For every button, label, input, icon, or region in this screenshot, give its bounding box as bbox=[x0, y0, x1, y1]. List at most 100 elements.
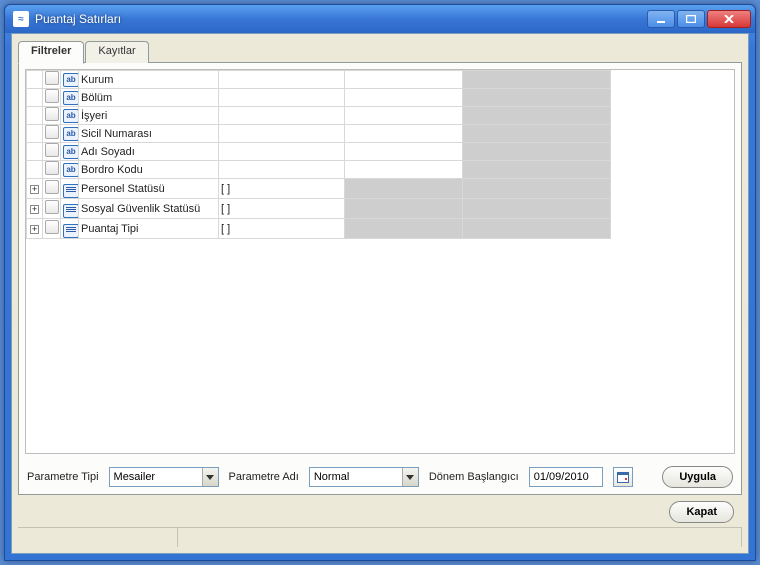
row-lookup-button[interactable] bbox=[45, 143, 59, 157]
filler-cell bbox=[611, 71, 734, 89]
filter-row: abİşyeri bbox=[27, 107, 734, 125]
list-type-icon bbox=[63, 224, 79, 238]
text-type-icon: ab bbox=[63, 91, 79, 105]
list-type-icon bbox=[63, 204, 79, 218]
filter-row: abSicil Numarası bbox=[27, 125, 734, 143]
tabstrip: Filtreler Kayıtlar bbox=[18, 41, 742, 63]
filter-label: Personel Statüsü bbox=[79, 179, 219, 199]
row-lookup-button[interactable] bbox=[45, 180, 59, 194]
text-type-icon: ab bbox=[63, 127, 79, 141]
minimize-button[interactable] bbox=[647, 10, 675, 28]
filter-value-cell[interactable] bbox=[219, 71, 345, 89]
tab-kayitlar[interactable]: Kayıtlar bbox=[85, 41, 148, 63]
minimize-icon bbox=[656, 15, 666, 23]
text-type-icon: ab bbox=[63, 109, 79, 123]
period-date-input[interactable]: 01/09/2010 bbox=[529, 467, 603, 487]
filler-cell bbox=[611, 219, 734, 239]
param-type-combo[interactable]: Mesailer bbox=[109, 467, 219, 487]
chevron-down-icon bbox=[402, 468, 418, 486]
filler-cell bbox=[611, 143, 734, 161]
filler-cell bbox=[611, 179, 734, 199]
titlebar[interactable]: ≈ Puantaj Satırları bbox=[5, 5, 755, 33]
filter-value-cell[interactable] bbox=[345, 89, 463, 107]
tabpage-filtreler: abKurumabBölümabİşyeriabSicil Numarasıab… bbox=[18, 62, 742, 495]
expand-button[interactable]: + bbox=[30, 225, 39, 234]
filter-grid: abKurumabBölümabİşyeriabSicil Numarasıab… bbox=[25, 69, 735, 454]
window-title: Puantaj Satırları bbox=[35, 12, 647, 26]
row-lookup-button[interactable] bbox=[45, 71, 59, 85]
app-icon: ≈ bbox=[13, 11, 29, 27]
filter-value-cell[interactable]: [ ] bbox=[219, 219, 345, 239]
param-type-label: Parametre Tipi bbox=[27, 471, 99, 483]
close-button[interactable] bbox=[707, 10, 751, 28]
filter-label: İşyeri bbox=[79, 107, 219, 125]
filter-value-cell[interactable]: [ ] bbox=[219, 179, 345, 199]
filter-value-cell[interactable] bbox=[219, 161, 345, 179]
period-date-value: 01/09/2010 bbox=[534, 471, 589, 483]
filter-value-cell bbox=[463, 71, 611, 89]
filter-value-cell bbox=[345, 179, 463, 199]
list-type-icon bbox=[63, 184, 79, 198]
param-name-value: Normal bbox=[310, 471, 402, 483]
close-dialog-button[interactable]: Kapat bbox=[669, 501, 734, 523]
statusbar bbox=[18, 527, 742, 547]
filter-row: abAdı Soyadı bbox=[27, 143, 734, 161]
filter-label: Sosyal Güvenlik Statüsü bbox=[79, 199, 219, 219]
param-type-value: Mesailer bbox=[110, 471, 202, 483]
filter-value-cell[interactable] bbox=[345, 125, 463, 143]
status-cell-2 bbox=[178, 528, 742, 547]
text-type-icon: ab bbox=[63, 145, 79, 159]
expand-button[interactable]: + bbox=[30, 205, 39, 214]
calendar-icon bbox=[617, 471, 629, 483]
filter-value-cell[interactable] bbox=[219, 89, 345, 107]
row-lookup-button[interactable] bbox=[45, 125, 59, 139]
filler-cell bbox=[611, 89, 734, 107]
row-lookup-button[interactable] bbox=[45, 200, 59, 214]
filter-value-cell[interactable] bbox=[219, 125, 345, 143]
filter-value-cell[interactable] bbox=[345, 161, 463, 179]
period-label: Dönem Başlangıcı bbox=[429, 471, 519, 483]
filter-value-cell[interactable] bbox=[219, 143, 345, 161]
filter-row: + Personel Statüsü[ ] bbox=[27, 179, 734, 199]
row-lookup-button[interactable] bbox=[45, 161, 59, 175]
row-lookup-button[interactable] bbox=[45, 89, 59, 103]
tab-filtreler[interactable]: Filtreler bbox=[18, 41, 84, 64]
app-window: ≈ Puantaj Satırları Filtreler Kayıtlar bbox=[4, 4, 756, 561]
filter-value-cell bbox=[463, 89, 611, 107]
filter-label: Bölüm bbox=[79, 89, 219, 107]
filter-value-cell bbox=[463, 107, 611, 125]
param-name-label: Parametre Adı bbox=[229, 471, 299, 483]
filter-value-cell[interactable] bbox=[219, 107, 345, 125]
maximize-button[interactable] bbox=[677, 10, 705, 28]
text-type-icon: ab bbox=[63, 73, 79, 87]
close-icon bbox=[724, 15, 734, 23]
footer-row: Kapat bbox=[18, 495, 742, 525]
filter-value-cell[interactable] bbox=[345, 107, 463, 125]
filler-cell bbox=[611, 199, 734, 219]
apply-button[interactable]: Uygula bbox=[662, 466, 733, 488]
filter-label: Kurum bbox=[79, 71, 219, 89]
filter-label: Adı Soyadı bbox=[79, 143, 219, 161]
chevron-down-icon bbox=[202, 468, 218, 486]
row-lookup-button[interactable] bbox=[45, 107, 59, 121]
filter-label: Bordro Kodu bbox=[79, 161, 219, 179]
filler-cell bbox=[611, 161, 734, 179]
expand-button[interactable]: + bbox=[30, 185, 39, 194]
filter-value-cell bbox=[463, 125, 611, 143]
filter-value-cell bbox=[463, 179, 611, 199]
filter-value-cell[interactable] bbox=[345, 143, 463, 161]
filter-value-cell bbox=[463, 161, 611, 179]
calendar-button[interactable] bbox=[613, 467, 633, 487]
parameter-bar: Parametre Tipi Mesailer Parametre Adı No… bbox=[19, 460, 741, 494]
filter-value-cell[interactable]: [ ] bbox=[219, 199, 345, 219]
filter-value-cell bbox=[463, 143, 611, 161]
filter-value-cell[interactable] bbox=[345, 71, 463, 89]
filler-cell bbox=[611, 125, 734, 143]
row-lookup-button[interactable] bbox=[45, 220, 59, 234]
filter-value-cell bbox=[345, 219, 463, 239]
param-name-combo[interactable]: Normal bbox=[309, 467, 419, 487]
status-cell-1 bbox=[18, 528, 178, 547]
filler-cell bbox=[611, 107, 734, 125]
filter-value-cell bbox=[463, 199, 611, 219]
filter-row: abBölüm bbox=[27, 89, 734, 107]
